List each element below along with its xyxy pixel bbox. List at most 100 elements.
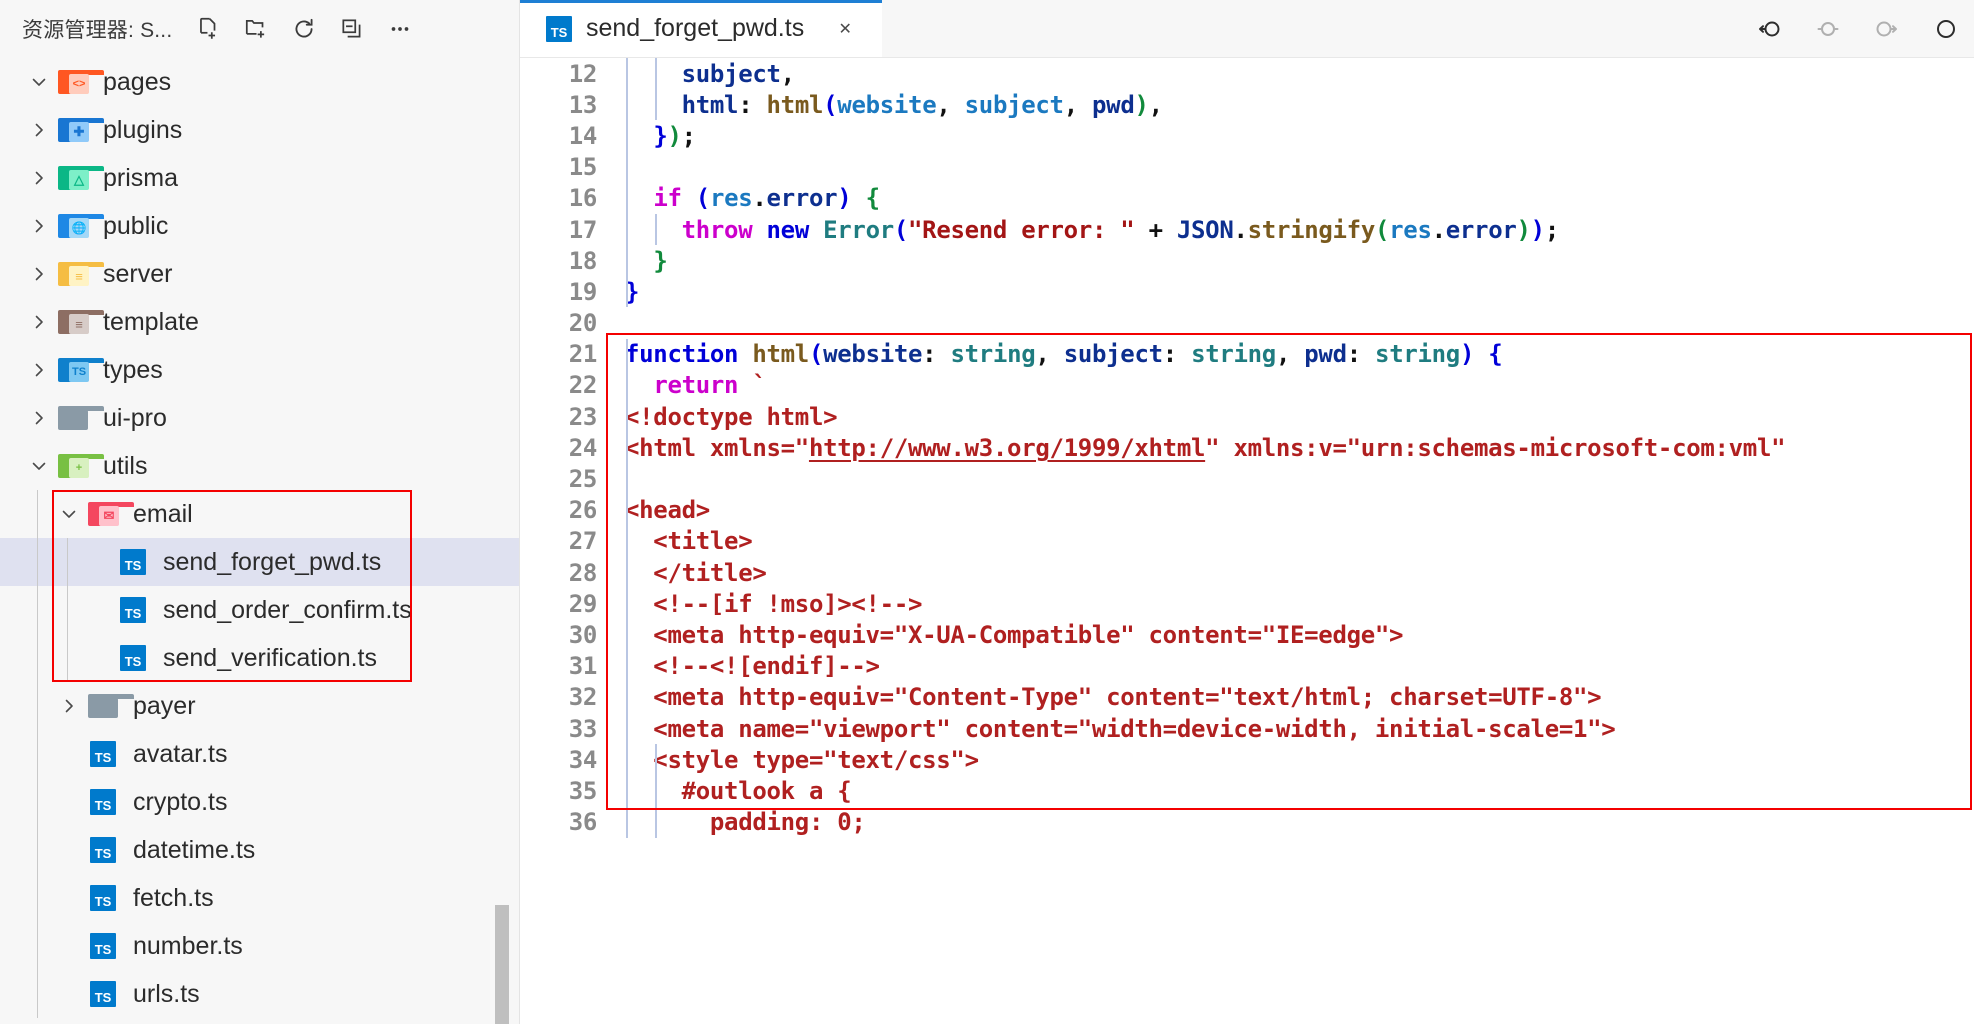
code-line[interactable]: 36 padding: 0; bbox=[520, 807, 1974, 838]
tree-folder-email[interactable]: ✉ email bbox=[0, 490, 519, 538]
code-token: ; bbox=[1544, 215, 1559, 244]
code-token: ) bbox=[1134, 90, 1149, 119]
code-line[interactable]: 32 <meta http-equiv="Content-Type" conte… bbox=[520, 682, 1974, 713]
code-link[interactable]: http://www.w3.org/1999/xhtml bbox=[809, 434, 1205, 462]
tree-folder-public[interactable]: 🌐 public bbox=[0, 202, 519, 250]
code-line[interactable]: 28 </title> bbox=[520, 557, 1974, 588]
code-line[interactable]: 20 bbox=[520, 308, 1974, 339]
code-line[interactable]: 19} bbox=[520, 276, 1974, 307]
new-folder-icon[interactable] bbox=[234, 9, 278, 49]
collapse-all-icon[interactable] bbox=[330, 9, 374, 49]
tree-file-fetch-ts[interactable]: TS fetch.ts bbox=[0, 874, 519, 922]
go-back-icon[interactable] bbox=[1746, 5, 1794, 53]
folder-plugins-icon-slot: ✚ bbox=[56, 118, 104, 142]
typescript-file-icon: TS bbox=[120, 597, 146, 623]
chevron-right-icon[interactable] bbox=[22, 168, 56, 188]
code-line[interactable]: 33 <meta name="viewport" content="width=… bbox=[520, 713, 1974, 744]
code-line[interactable]: 26 <head> bbox=[520, 495, 1974, 526]
tree-file-urls-ts[interactable]: TS urls.ts bbox=[0, 970, 519, 1018]
sidebar-scrollbar-thumb[interactable] bbox=[495, 905, 509, 1024]
code-line[interactable]: 23 <!doctype html> bbox=[520, 401, 1974, 432]
code-line[interactable]: 29 <!--[if !mso]><!--> bbox=[520, 588, 1974, 619]
tree-folder-pages[interactable]: <> pages bbox=[0, 58, 519, 106]
code-line[interactable]: 27 <title> bbox=[520, 526, 1974, 557]
code-line[interactable]: 35 #outlook a { bbox=[520, 775, 1974, 806]
code-token: ) bbox=[1459, 340, 1475, 369]
code-token: new bbox=[766, 215, 810, 244]
folder-server-icon-slot: ≡ bbox=[56, 262, 104, 286]
code-line[interactable]: 16 if (res.error) { bbox=[520, 183, 1974, 214]
file-tree[interactable]: <> pages ✚ plugins △ prisma 🌐 public ≡ server ≡ tem… bbox=[0, 58, 519, 1018]
code-line[interactable]: 17 throw new Error("Resend error: " + JS… bbox=[520, 214, 1974, 245]
more-actions-icon[interactable] bbox=[378, 9, 422, 49]
code-line[interactable]: 14 }); bbox=[520, 120, 1974, 151]
tree-folder-plugins[interactable]: ✚ plugins bbox=[0, 106, 519, 154]
code-token: JSON bbox=[1176, 215, 1234, 244]
chevron-down-icon[interactable] bbox=[22, 456, 56, 476]
tab-send-forget-pwd[interactable]: TS send_forget_pwd.ts ✕ bbox=[520, 0, 883, 57]
code-line[interactable]: 13 html: html(website, subject, pwd), bbox=[520, 89, 1974, 120]
tree-folder-types[interactable]: TS types bbox=[0, 346, 519, 394]
code-line[interactable]: 25 bbox=[520, 463, 1974, 494]
current-location-icon[interactable] bbox=[1804, 5, 1852, 53]
code-line[interactable]: 15 bbox=[520, 152, 1974, 183]
line-number: 34 bbox=[568, 745, 598, 774]
code-token: ( bbox=[695, 184, 710, 213]
chevron-right-icon[interactable] bbox=[52, 696, 86, 716]
chevron-right-icon[interactable] bbox=[22, 360, 56, 380]
code-line[interactable]: 22 return ` bbox=[520, 370, 1974, 401]
tree-folder-payer[interactable]: payer bbox=[0, 682, 519, 730]
code-token: <meta http-equiv="X-UA-Compatible" conte… bbox=[625, 620, 1404, 649]
tree-file-crypto-ts[interactable]: TS crypto.ts bbox=[0, 778, 519, 826]
code-token: html bbox=[681, 90, 739, 119]
chevron-down-icon[interactable] bbox=[22, 72, 56, 92]
new-file-icon[interactable] bbox=[186, 9, 230, 49]
code-line[interactable]: 21 function html(website: string, subject… bbox=[520, 339, 1974, 370]
chevron-right-icon[interactable] bbox=[22, 216, 56, 236]
chevron-right-icon[interactable] bbox=[22, 408, 56, 428]
tree-file-avatar-ts[interactable]: TS avatar.ts bbox=[0, 730, 519, 778]
code-token: <html xmlns=" bbox=[625, 433, 809, 462]
tree-folder-utils[interactable]: + utils bbox=[0, 442, 519, 490]
code-line[interactable]: 12 subject, bbox=[520, 58, 1974, 89]
code-line[interactable]: 24 <html xmlns="http://www.w3.org/1999/xh… bbox=[520, 432, 1974, 463]
tree-folder-prisma[interactable]: △ prisma bbox=[0, 154, 519, 202]
code-line[interactable]: 18 } bbox=[520, 245, 1974, 276]
code-line-text: html: html(website, subject, pwd), bbox=[625, 91, 1974, 119]
tree-file-number-ts[interactable]: TS number.ts bbox=[0, 922, 519, 970]
line-number: 13 bbox=[568, 90, 598, 119]
code-token: <title> bbox=[625, 527, 753, 556]
tree-file-send-forget-pwd-ts[interactable]: TS send_forget_pwd.ts bbox=[0, 538, 519, 586]
refresh-icon[interactable] bbox=[282, 9, 326, 49]
tree-item-label: avatar.ts bbox=[133, 739, 228, 768]
code-token: ` bbox=[752, 371, 767, 400]
tree-item-label: fetch.ts bbox=[133, 883, 214, 912]
tree-item-label: send_forget_pwd.ts bbox=[163, 547, 382, 576]
folder-public-icon-slot: 🌐 bbox=[56, 214, 104, 238]
chevron-right-icon[interactable] bbox=[22, 120, 56, 140]
tree-file-send-order-confirm-ts[interactable]: TS send_order_confirm.ts bbox=[0, 586, 519, 634]
tree-file-datetime-ts[interactable]: TS datetime.ts bbox=[0, 826, 519, 874]
code-line[interactable]: 34 <style type="text/css"> bbox=[520, 744, 1974, 775]
close-icon[interactable]: ✕ bbox=[828, 12, 862, 46]
code-token: ; bbox=[681, 121, 696, 150]
chevron-right-icon[interactable] bbox=[22, 264, 56, 284]
code-editor-content[interactable]: 12 subject, 13 html: html(website, subjec… bbox=[520, 58, 1974, 1024]
tree-file-send-verification-ts[interactable]: TS send_verification.ts bbox=[0, 634, 519, 682]
tree-folder-ui-pro[interactable]: ui-pro bbox=[0, 394, 519, 442]
tree-item-label: crypto.ts bbox=[133, 787, 228, 816]
line-number: 35 bbox=[568, 776, 598, 805]
code-line-text: return ` bbox=[625, 371, 1974, 399]
code-line[interactable]: 31 <!--<![endif]--> bbox=[520, 651, 1974, 682]
more-editor-actions-icon[interactable] bbox=[1920, 5, 1968, 53]
line-number: 33 bbox=[568, 714, 598, 743]
code-line[interactable]: 30 <meta http-equiv="X-UA-Compatible" co… bbox=[520, 619, 1974, 650]
typescript-file-icon-slot: TS bbox=[116, 597, 150, 623]
go-forward-icon[interactable] bbox=[1862, 5, 1910, 53]
chevron-down-icon[interactable] bbox=[52, 504, 86, 524]
chevron-right-icon[interactable] bbox=[22, 312, 56, 332]
tree-folder-template[interactable]: ≡ template bbox=[0, 298, 519, 346]
tree-folder-server[interactable]: ≡ server bbox=[0, 250, 519, 298]
